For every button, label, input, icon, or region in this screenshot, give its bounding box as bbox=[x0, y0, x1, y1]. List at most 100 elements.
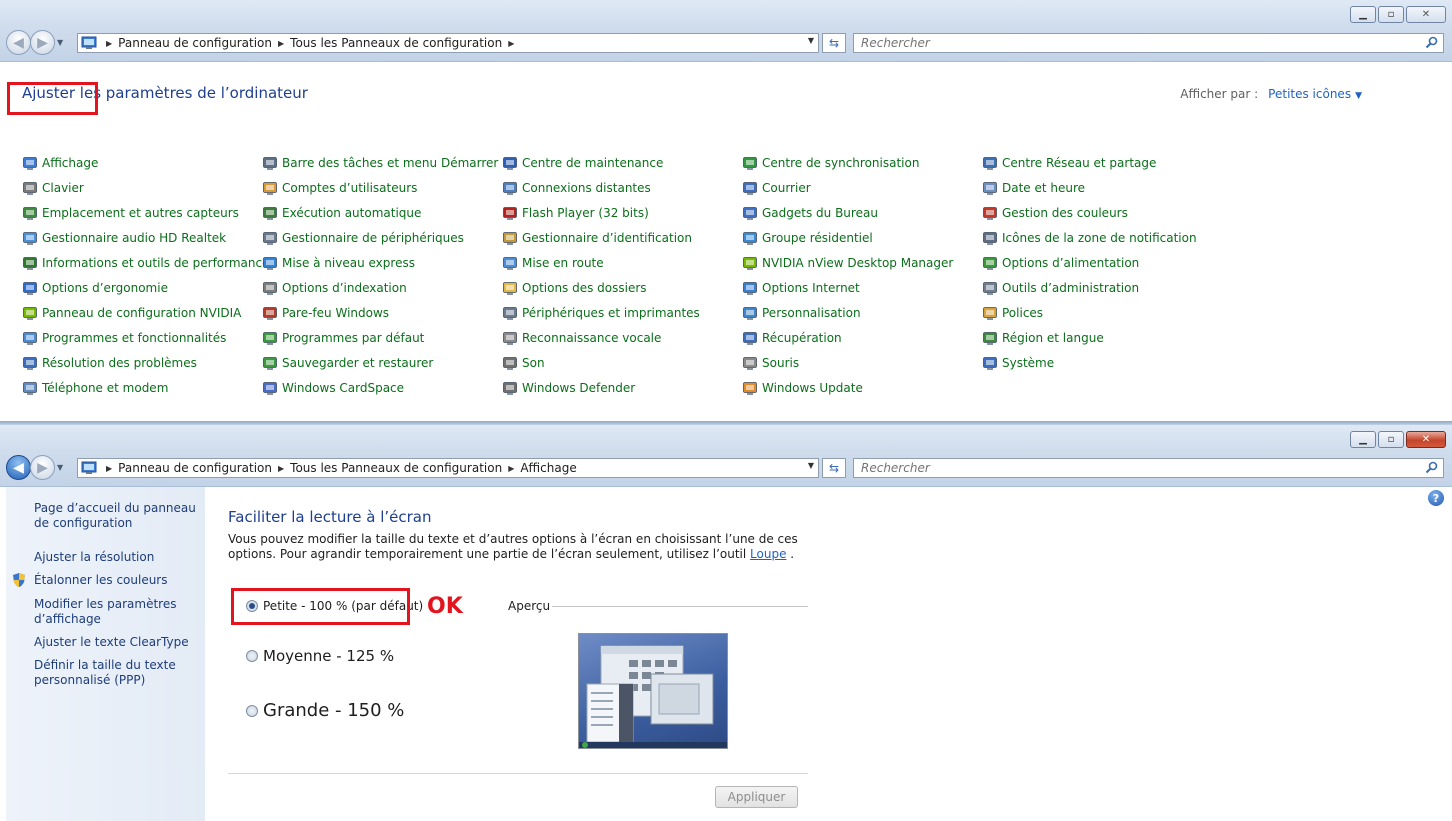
control-panel-item-label[interactable]: Son bbox=[522, 356, 545, 370]
control-panel-item-label[interactable]: Icônes de la zone de notification bbox=[1002, 231, 1197, 245]
control-panel-item-label[interactable]: Windows Defender bbox=[522, 381, 635, 395]
control-panel-item[interactable]: Options des dossiers bbox=[502, 275, 742, 300]
control-panel-item-label[interactable]: Polices bbox=[1002, 306, 1043, 320]
control-panel-item[interactable]: Groupe résidentiel bbox=[742, 225, 982, 250]
control-panel-item-label[interactable]: Gestionnaire audio HD Realtek bbox=[42, 231, 226, 245]
control-panel-item[interactable]: Windows Defender bbox=[502, 375, 742, 400]
search-box[interactable] bbox=[853, 33, 1444, 53]
control-panel-item[interactable]: Clavier bbox=[22, 175, 262, 200]
control-panel-item[interactable]: Panneau de configuration NVIDIA bbox=[22, 300, 262, 325]
control-panel-item[interactable]: Options d’alimentation bbox=[982, 250, 1222, 275]
control-panel-item[interactable]: Récupération bbox=[742, 325, 982, 350]
sidebar-item-custom-dpi[interactable]: Définir la taille du texte personnalisé … bbox=[34, 658, 204, 688]
control-panel-item[interactable]: Sauvegarder et restaurer bbox=[262, 350, 502, 375]
control-panel-item-label[interactable]: Résolution des problèmes bbox=[42, 356, 197, 370]
control-panel-item[interactable]: Gadgets du Bureau bbox=[742, 200, 982, 225]
control-panel-item-label[interactable]: Informations et outils de performance bbox=[42, 256, 269, 270]
control-panel-item-label[interactable]: Date et heure bbox=[1002, 181, 1085, 195]
control-panel-item-label[interactable]: Centre Réseau et partage bbox=[1002, 156, 1156, 170]
breadcrumb-separator-icon[interactable]: ▶ bbox=[278, 464, 284, 473]
control-panel-item[interactable]: Téléphone et modem bbox=[22, 375, 262, 400]
control-panel-item[interactable]: Centre de maintenance bbox=[502, 150, 742, 175]
option-medium[interactable]: Moyenne - 125 % bbox=[246, 647, 394, 665]
control-panel-item[interactable]: Gestion des couleurs bbox=[982, 200, 1222, 225]
minimize-button[interactable]: ▁ bbox=[1350, 6, 1376, 23]
control-panel-item[interactable]: Windows CardSpace bbox=[262, 375, 502, 400]
control-panel-item-label[interactable]: Emplacement et autres capteurs bbox=[42, 206, 239, 220]
control-panel-item-label[interactable]: Outils d’administration bbox=[1002, 281, 1139, 295]
control-panel-item[interactable]: Mise en route bbox=[502, 250, 742, 275]
control-panel-item-label[interactable]: Sauvegarder et restaurer bbox=[282, 356, 433, 370]
radio-large[interactable] bbox=[246, 704, 258, 717]
control-panel-item[interactable]: Personnalisation bbox=[742, 300, 982, 325]
breadcrumb-control-panel[interactable]: Panneau de configuration bbox=[118, 36, 272, 50]
search-box[interactable] bbox=[853, 458, 1444, 478]
control-panel-item-label[interactable]: Connexions distantes bbox=[522, 181, 651, 195]
control-panel-item[interactable]: Polices bbox=[982, 300, 1222, 325]
address-dropdown-icon[interactable]: ▼ bbox=[808, 461, 814, 470]
control-panel-item[interactable]: Barre des tâches et menu Démarrer bbox=[262, 150, 502, 175]
forward-button[interactable]: ▶ bbox=[30, 30, 55, 55]
control-panel-item[interactable]: Résolution des problèmes bbox=[22, 350, 262, 375]
breadcrumb-separator-icon[interactable]: ▶ bbox=[508, 464, 514, 473]
control-panel-item-label[interactable]: Barre des tâches et menu Démarrer bbox=[282, 156, 498, 170]
control-panel-item-label[interactable]: Souris bbox=[762, 356, 799, 370]
control-panel-item-label[interactable]: Mise en route bbox=[522, 256, 604, 270]
chevron-down-icon[interactable]: ▼ bbox=[1355, 91, 1362, 101]
control-panel-item[interactable]: Date et heure bbox=[982, 175, 1222, 200]
control-panel-item[interactable]: Connexions distantes bbox=[502, 175, 742, 200]
control-panel-item[interactable]: Souris bbox=[742, 350, 982, 375]
maximize-button[interactable]: ▫ bbox=[1378, 431, 1404, 448]
breadcrumb-separator-icon[interactable]: ▶ bbox=[106, 464, 112, 473]
control-panel-item-label[interactable]: Exécution automatique bbox=[282, 206, 421, 220]
control-panel-item-label[interactable]: Options d’indexation bbox=[282, 281, 407, 295]
control-panel-item[interactable]: Comptes d’utilisateurs bbox=[262, 175, 502, 200]
sidebar-item-display-settings[interactable]: Modifier les paramètres d’affichage bbox=[34, 597, 204, 627]
control-panel-item-label[interactable]: NVIDIA nView Desktop Manager bbox=[762, 256, 953, 270]
control-panel-item[interactable]: Programmes par défaut bbox=[262, 325, 502, 350]
control-panel-item[interactable]: Informations et outils de performance bbox=[22, 250, 269, 275]
control-panel-item-label[interactable]: Système bbox=[1002, 356, 1054, 370]
control-panel-item[interactable]: Pare-feu Windows bbox=[262, 300, 502, 325]
control-panel-item-label[interactable]: Courrier bbox=[762, 181, 811, 195]
breadcrumb-all-items[interactable]: Tous les Panneaux de configuration bbox=[290, 461, 502, 475]
control-panel-item[interactable]: Courrier bbox=[742, 175, 982, 200]
control-panel-item-label[interactable]: Centre de synchronisation bbox=[762, 156, 919, 170]
control-panel-item-label[interactable]: Pare-feu Windows bbox=[282, 306, 389, 320]
control-panel-item-label[interactable]: Centre de maintenance bbox=[522, 156, 663, 170]
control-panel-item-label[interactable]: Affichage bbox=[42, 156, 98, 170]
view-by-dropdown[interactable]: Petites icônes ▼ bbox=[1268, 87, 1362, 101]
control-panel-item-label[interactable]: Options des dossiers bbox=[522, 281, 647, 295]
recent-pages-dropdown-icon[interactable]: ▼ bbox=[57, 463, 63, 472]
search-icon[interactable] bbox=[1425, 461, 1438, 477]
control-panel-item[interactable]: Gestionnaire d’identification bbox=[502, 225, 742, 250]
control-panel-item[interactable]: Centre de synchronisation bbox=[742, 150, 982, 175]
breadcrumb-display[interactable]: Affichage bbox=[520, 461, 576, 475]
control-panel-item-label[interactable]: Mise à niveau express bbox=[282, 256, 415, 270]
control-panel-item-label[interactable]: Programmes par défaut bbox=[282, 331, 424, 345]
help-icon[interactable]: ? bbox=[1428, 490, 1444, 506]
control-panel-item-label[interactable]: Panneau de configuration NVIDIA bbox=[42, 306, 241, 320]
minimize-button[interactable]: ▁ bbox=[1350, 431, 1376, 448]
breadcrumb-separator-icon[interactable]: ▶ bbox=[106, 39, 112, 48]
control-panel-item-label[interactable]: Options d’ergonomie bbox=[42, 281, 168, 295]
control-panel-item-label[interactable]: Gestion des couleurs bbox=[1002, 206, 1128, 220]
control-panel-item-label[interactable]: Reconnaissance vocale bbox=[522, 331, 661, 345]
address-bar[interactable]: ▶ Panneau de configuration ▶ Tous les Pa… bbox=[77, 458, 819, 478]
control-panel-item-label[interactable]: Groupe résidentiel bbox=[762, 231, 873, 245]
control-panel-item[interactable]: Emplacement et autres capteurs bbox=[22, 200, 262, 225]
breadcrumb-separator-icon[interactable]: ▶ bbox=[278, 39, 284, 48]
breadcrumb-separator-icon[interactable]: ▶ bbox=[508, 39, 514, 48]
control-panel-item[interactable]: NVIDIA nView Desktop Manager bbox=[742, 250, 982, 275]
control-panel-item[interactable]: Reconnaissance vocale bbox=[502, 325, 742, 350]
control-panel-item[interactable]: Windows Update bbox=[742, 375, 982, 400]
refresh-button[interactable]: ⇆ bbox=[822, 33, 846, 53]
control-panel-item-label[interactable]: Téléphone et modem bbox=[42, 381, 168, 395]
control-panel-item-label[interactable]: Gestionnaire d’identification bbox=[522, 231, 692, 245]
option-large-label[interactable]: Grande - 150 % bbox=[263, 700, 404, 721]
control-panel-item-label[interactable]: Flash Player (32 bits) bbox=[522, 206, 649, 220]
option-large[interactable]: Grande - 150 % bbox=[246, 700, 404, 721]
control-panel-item-label[interactable]: Périphériques et imprimantes bbox=[522, 306, 700, 320]
apply-button[interactable]: Appliquer bbox=[715, 786, 798, 808]
control-panel-item[interactable]: Mise à niveau express bbox=[262, 250, 502, 275]
